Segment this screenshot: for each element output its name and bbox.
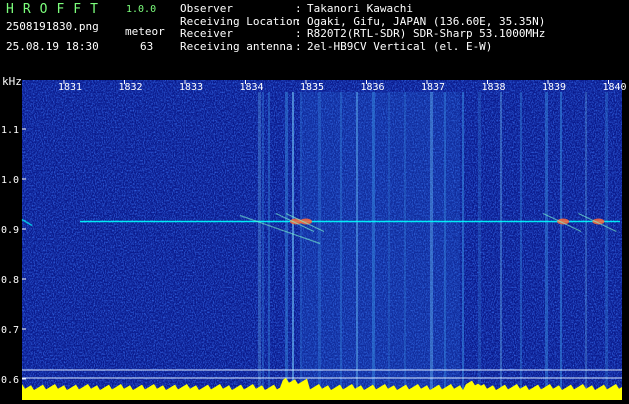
spectrogram: 1831 1832 1833 1834 1835 1836 1837 1838 1839 1840… — [1, 75, 627, 400]
y-tick-label: 1.0 — [1, 175, 19, 186]
file-datetime: 25.08.19 18:30 — [6, 40, 99, 53]
header-panel: HROFFT 1.0.0 2508191830.png 25.08.19 18:… — [0, 0, 629, 72]
noise-band — [258, 92, 261, 390]
noise-band — [560, 92, 562, 390]
app-name: HROFFT — [6, 2, 107, 17]
x-tick-label: 1840 — [603, 82, 627, 93]
y-axis-unit: kHz — [2, 75, 22, 88]
x-tick-label: 1832 — [119, 82, 143, 93]
x-tick-label: 1838 — [482, 82, 506, 93]
y-tick-label: 0.9 — [1, 225, 19, 236]
noise-region — [300, 92, 460, 390]
y-tick-label: 0.8 — [1, 275, 19, 286]
app-version: 1.0.0 — [126, 4, 157, 15]
spectrogram-panel: 1831 1832 1833 1834 1835 1836 1837 1838 1839 1840… — [0, 72, 629, 400]
noise-band — [605, 92, 608, 390]
file-name: 2508191830.png — [6, 20, 99, 33]
x-tick-label: 1835 — [300, 82, 324, 93]
meteor-count: 63 — [140, 40, 154, 53]
x-tick-label: 1833 — [179, 82, 203, 93]
info-row-antenna: Receiving antenna:2el-HB9CV Vertical (el… — [180, 39, 493, 53]
y-tick-label: 0.6 — [1, 375, 19, 386]
x-tick-label: 1839 — [542, 82, 566, 93]
noise-band — [500, 92, 502, 390]
noise-band — [292, 92, 294, 390]
x-tick-label: 1836 — [361, 82, 385, 93]
x-tick-label: 1834 — [240, 82, 264, 93]
y-tick-label: 0.7 — [1, 325, 19, 336]
noise-band — [585, 92, 587, 390]
x-tick-label: 1831 — [58, 82, 82, 93]
noise-band — [520, 92, 522, 390]
noise-band — [262, 92, 264, 390]
noise-band — [285, 92, 288, 390]
noise-band — [478, 92, 481, 390]
station-info: Observer: Takanori Kawachi Receiving Loca… — [180, 2, 545, 53]
meteor-label: meteor — [125, 25, 165, 38]
noise-band — [545, 92, 548, 390]
noise-band — [462, 92, 464, 390]
x-tick-label: 1837 — [421, 82, 445, 93]
y-tick-label: 1.1 — [1, 125, 19, 136]
noise-band — [268, 92, 270, 390]
